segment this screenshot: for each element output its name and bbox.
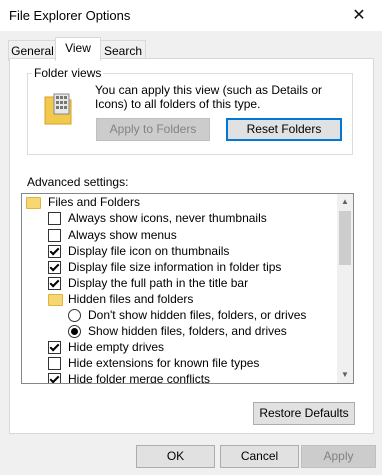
tree-folder-label: Files and Folders <box>48 195 141 209</box>
folder-icon <box>26 197 41 209</box>
advanced-settings-label: Advanced settings: <box>27 175 129 189</box>
checkbox-label: Display the full path in the title bar <box>68 276 249 290</box>
scroll-down-icon[interactable]: ▼ <box>337 367 353 383</box>
checkbox[interactable] <box>48 277 61 290</box>
scroll-up-icon[interactable]: ▲ <box>337 194 353 210</box>
folder-icon <box>48 294 63 306</box>
title-bar: File Explorer Options ✕ <box>0 0 382 31</box>
apply-to-folders-button[interactable]: Apply to Folders <box>96 118 210 141</box>
reset-folders-button[interactable]: Reset Folders <box>226 118 342 141</box>
checkbox-label: Hide empty drives <box>68 340 165 354</box>
radio-label: Show hidden files, folders, and drives <box>88 324 287 338</box>
radio-button[interactable] <box>68 309 81 322</box>
checkbox[interactable] <box>48 229 61 242</box>
checkbox[interactable] <box>48 373 61 383</box>
tree-folder-label: Hidden files and folders <box>68 292 194 306</box>
scroll-thumb[interactable] <box>339 211 351 265</box>
window-title: File Explorer Options <box>9 8 131 23</box>
vertical-scrollbar[interactable]: ▲ ▼ <box>337 194 353 383</box>
cancel-button[interactable]: Cancel <box>220 445 299 468</box>
checkbox-label: Display file icon on thumbnails <box>68 244 230 258</box>
checkbox[interactable] <box>48 357 61 370</box>
folder-views-icon <box>43 93 73 126</box>
checkbox-label: Always show menus <box>68 228 177 242</box>
checkbox[interactable] <box>48 341 61 354</box>
checkbox[interactable] <box>48 245 61 258</box>
apply-button[interactable]: Apply <box>301 445 376 468</box>
checkbox-label: Hide extensions for known file types <box>68 356 260 370</box>
radio-button[interactable] <box>68 325 81 338</box>
radio-label: Don't show hidden files, folders, or dri… <box>88 308 307 322</box>
tab-view[interactable]: View <box>55 37 101 61</box>
checkbox-label: Hide folder merge conflicts <box>68 372 211 384</box>
checkbox[interactable] <box>48 261 61 274</box>
folder-views-legend: Folder views <box>32 66 104 80</box>
advanced-settings-tree[interactable]: Files and Folders Always show icons, nev… <box>21 193 354 384</box>
close-icon[interactable]: ✕ <box>336 0 382 31</box>
checkbox-label: Display file size information in folder … <box>68 260 282 274</box>
folder-views-description: You can apply this view (such as Details… <box>95 83 323 111</box>
restore-defaults-button[interactable]: Restore Defaults <box>253 402 355 425</box>
checkbox-label: Always show icons, never thumbnails <box>68 211 267 225</box>
ok-button[interactable]: OK <box>136 445 215 468</box>
checkbox[interactable] <box>48 212 61 225</box>
